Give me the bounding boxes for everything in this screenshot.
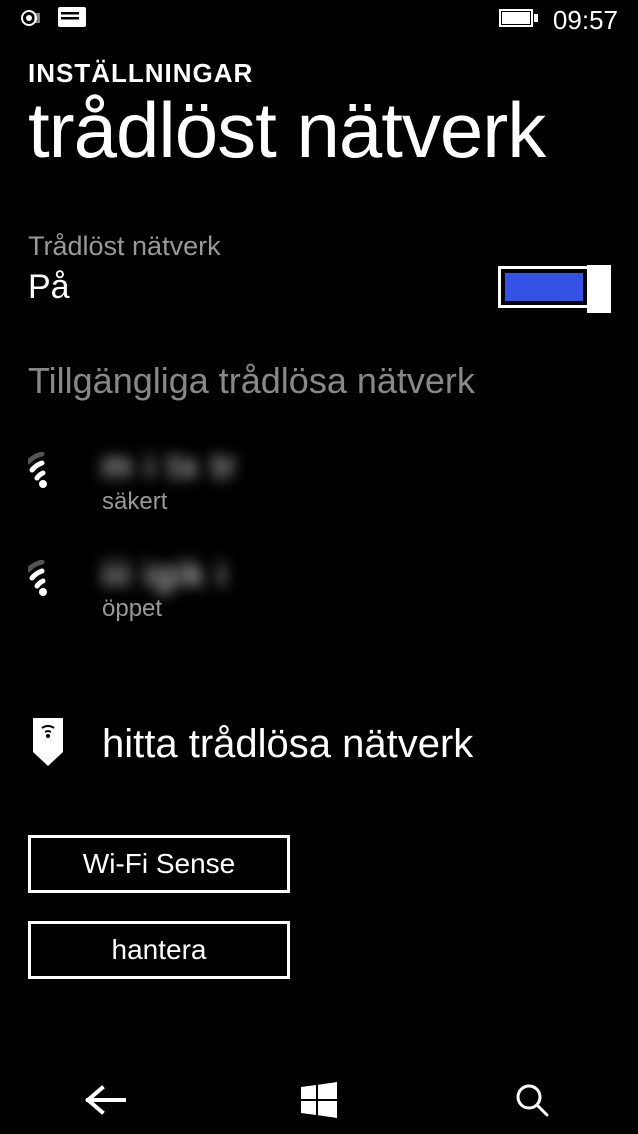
find-networks-label: hitta trådlösa nätverk bbox=[102, 722, 473, 767]
wifi-toggle-state: På bbox=[28, 268, 70, 307]
location-icon bbox=[20, 6, 44, 35]
wifi-signal-icon bbox=[28, 452, 70, 493]
status-time: 09:57 bbox=[553, 5, 618, 36]
wifi-signal-icon bbox=[28, 560, 70, 601]
network-item[interactable]: m i tx tr säkert bbox=[28, 446, 610, 516]
wifi-toggle-switch[interactable] bbox=[498, 266, 610, 308]
status-bar: 09:57 bbox=[0, 0, 638, 40]
network-item[interactable]: iii igik i öppet bbox=[28, 554, 610, 624]
navigation-bar bbox=[0, 1066, 638, 1134]
wifi-toggle-label: Trådlöst nätverk bbox=[28, 231, 610, 262]
search-button[interactable] bbox=[502, 1070, 562, 1130]
battery-icon bbox=[499, 8, 539, 33]
back-arrow-icon bbox=[84, 1085, 128, 1115]
find-networks-item[interactable]: hitta trådlösa nätverk bbox=[28, 718, 610, 771]
wifi-sense-icon bbox=[28, 718, 68, 771]
search-icon bbox=[515, 1083, 549, 1117]
start-button[interactable] bbox=[289, 1070, 349, 1130]
network-security: säkert bbox=[102, 488, 610, 516]
manage-button[interactable]: hantera bbox=[28, 921, 290, 979]
message-icon bbox=[58, 7, 86, 34]
page-title: trådlöst nätverk bbox=[28, 91, 610, 169]
network-name: m i tx tr bbox=[102, 446, 610, 486]
back-button[interactable] bbox=[76, 1070, 136, 1130]
network-name: iii igik i bbox=[102, 554, 610, 594]
breadcrumb: INSTÄLLNINGAR bbox=[28, 58, 610, 89]
windows-icon bbox=[301, 1082, 337, 1118]
wifi-sense-button[interactable]: Wi-Fi Sense bbox=[28, 835, 290, 893]
available-networks-header: Tillgängliga trådlösa nätverk bbox=[28, 360, 610, 402]
network-security: öppet bbox=[102, 595, 610, 623]
